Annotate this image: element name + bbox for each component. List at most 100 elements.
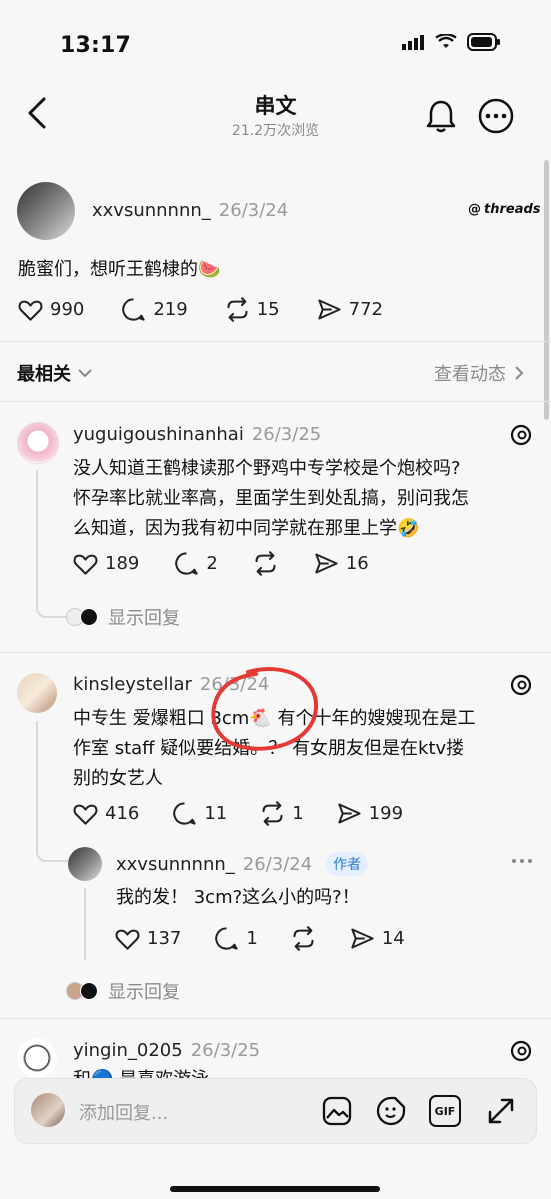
comment-text-line: 别的女艺人 (73, 768, 163, 789)
avatar (80, 982, 98, 1000)
comment-username[interactable]: yuguigoushinanhai (73, 424, 244, 445)
share-button[interactable]: 772 (316, 296, 383, 323)
share-icon (338, 803, 361, 824)
repost-button[interactable]: 15 (224, 296, 280, 323)
comment-text-line: 没人知道王鹤棣读那个野鸡中专学校是个炮校吗? (73, 458, 461, 479)
more-icon (478, 98, 514, 134)
sort-label: 最相关 (17, 364, 71, 385)
divider (0, 341, 551, 342)
comment-icon (175, 552, 198, 575)
repost-button[interactable] (252, 550, 279, 577)
show-replies-label: 显示回复 (108, 982, 180, 1003)
avatar[interactable] (17, 673, 57, 713)
reply-username[interactable]: xxvsunnnnn_ (116, 854, 235, 875)
notification-button[interactable] (424, 98, 458, 138)
repost-icon (293, 926, 314, 951)
scrollbar[interactable] (544, 160, 549, 420)
comment-count: 1 (246, 928, 258, 949)
comment-actions: 416 11 1 199 (72, 800, 403, 827)
post-actions: 990 219 15 772 (17, 296, 383, 323)
reply-header: xxvsunnnnn_ 26/3/24 作者 (116, 852, 369, 876)
repost-count: 15 (256, 299, 280, 320)
comment-username[interactable]: kinsleystellar (73, 674, 192, 695)
comment-icon (122, 298, 145, 321)
share-button[interactable]: 16 (313, 550, 369, 577)
reply-date: 26/3/24 (242, 853, 313, 875)
comment-count: 219 (153, 299, 188, 320)
repost-button[interactable]: 1 (259, 800, 304, 827)
expand-button[interactable] (485, 1095, 517, 1131)
reply-input[interactable]: 添加回复... (79, 1099, 168, 1125)
comment-icon (215, 927, 238, 950)
repost-icon (227, 297, 248, 322)
repost-icon (255, 551, 276, 576)
avatar (31, 1093, 65, 1127)
like-button[interactable]: 990 (17, 296, 84, 323)
comment-button[interactable]: 1 (213, 925, 258, 952)
avatar (80, 608, 98, 626)
comment-header: yingin_0205 26/3/25 (73, 1040, 260, 1061)
home-indicator[interactable] (170, 1186, 380, 1192)
repost-button[interactable] (290, 925, 317, 952)
view-count: 21.2万次浏览 (231, 123, 320, 139)
thread-line (36, 721, 38, 853)
comment-username[interactable]: yingin_0205 (73, 1040, 183, 1061)
divider (0, 652, 551, 653)
threads-icon (508, 1038, 534, 1068)
comment-header: yuguigoushinanhai 26/3/25 (73, 424, 321, 445)
avatar[interactable] (17, 182, 75, 240)
annotation-circle (211, 667, 319, 751)
avatar[interactable] (17, 1038, 57, 1078)
reply-text: 我的发！ 3cm?这么小的吗?！ (116, 887, 360, 908)
page-title: 串文 (254, 94, 297, 118)
avatar[interactable] (68, 847, 102, 881)
threads-icon (508, 672, 534, 702)
comment-button[interactable]: 11 (171, 800, 227, 827)
signal-icon (402, 35, 424, 50)
like-button[interactable]: 189 (72, 550, 139, 577)
comment-button[interactable]: 2 (173, 550, 218, 577)
sticker-button[interactable] (375, 1095, 407, 1131)
comment-text-line: 怀孕率比就业率高，里面学生到处乱搞，别问我怎 (73, 488, 469, 509)
share-count: 772 (348, 299, 383, 320)
sort-dropdown[interactable]: 最相关 (17, 360, 93, 386)
comment-actions: 189 2 16 (72, 550, 369, 577)
avatar[interactable] (17, 422, 59, 464)
status-time: 13:17 (60, 33, 132, 58)
repost-icon (262, 801, 283, 826)
share-count: 199 (368, 803, 404, 824)
thread-connector (36, 604, 68, 618)
image-button[interactable] (321, 1095, 353, 1131)
post-username[interactable]: xxvsunnnnn_ (92, 200, 211, 221)
more-button[interactable] (478, 98, 514, 138)
show-replies-link[interactable]: 显示回复 (66, 978, 180, 1004)
like-button[interactable]: 137 (114, 925, 181, 952)
show-replies-link[interactable]: 显示回复 (66, 604, 180, 630)
share-count: 16 (345, 553, 369, 574)
comment-date: 26/3/25 (251, 424, 322, 445)
reply-actions: 137 1 14 (114, 925, 405, 952)
share-button[interactable]: 14 (349, 925, 405, 952)
author-badge: 作者 (326, 852, 369, 876)
chevron-down-icon (78, 369, 92, 378)
post-text: 脆蜜们，想听王鹤棣的🍉 (18, 259, 221, 280)
share-icon (317, 299, 341, 320)
gif-icon: GIF (429, 1095, 461, 1127)
gif-button[interactable]: GIF (429, 1095, 461, 1127)
view-activity-link[interactable]: 查看动态 (434, 360, 524, 386)
reply-avatars (66, 982, 98, 1000)
divider (0, 1018, 551, 1019)
heart-icon (73, 554, 98, 575)
like-count: 189 (105, 553, 140, 574)
reply-more-button[interactable] (510, 852, 534, 871)
like-button[interactable]: 416 (72, 800, 139, 827)
battery-icon (467, 33, 500, 51)
image-icon (322, 1096, 352, 1126)
page: 13:17 串文 21.2万次浏览 xxvsunnnnn_ 26/3/24 @ … (0, 0, 551, 1199)
comment-button[interactable]: 219 (120, 296, 188, 323)
reply-composer: 添加回复... GIF (14, 1078, 537, 1144)
thread-line (36, 470, 38, 606)
like-count: 990 (50, 299, 85, 320)
comment-date: 26/3/25 (190, 1040, 261, 1061)
share-button[interactable]: 199 (336, 800, 403, 827)
